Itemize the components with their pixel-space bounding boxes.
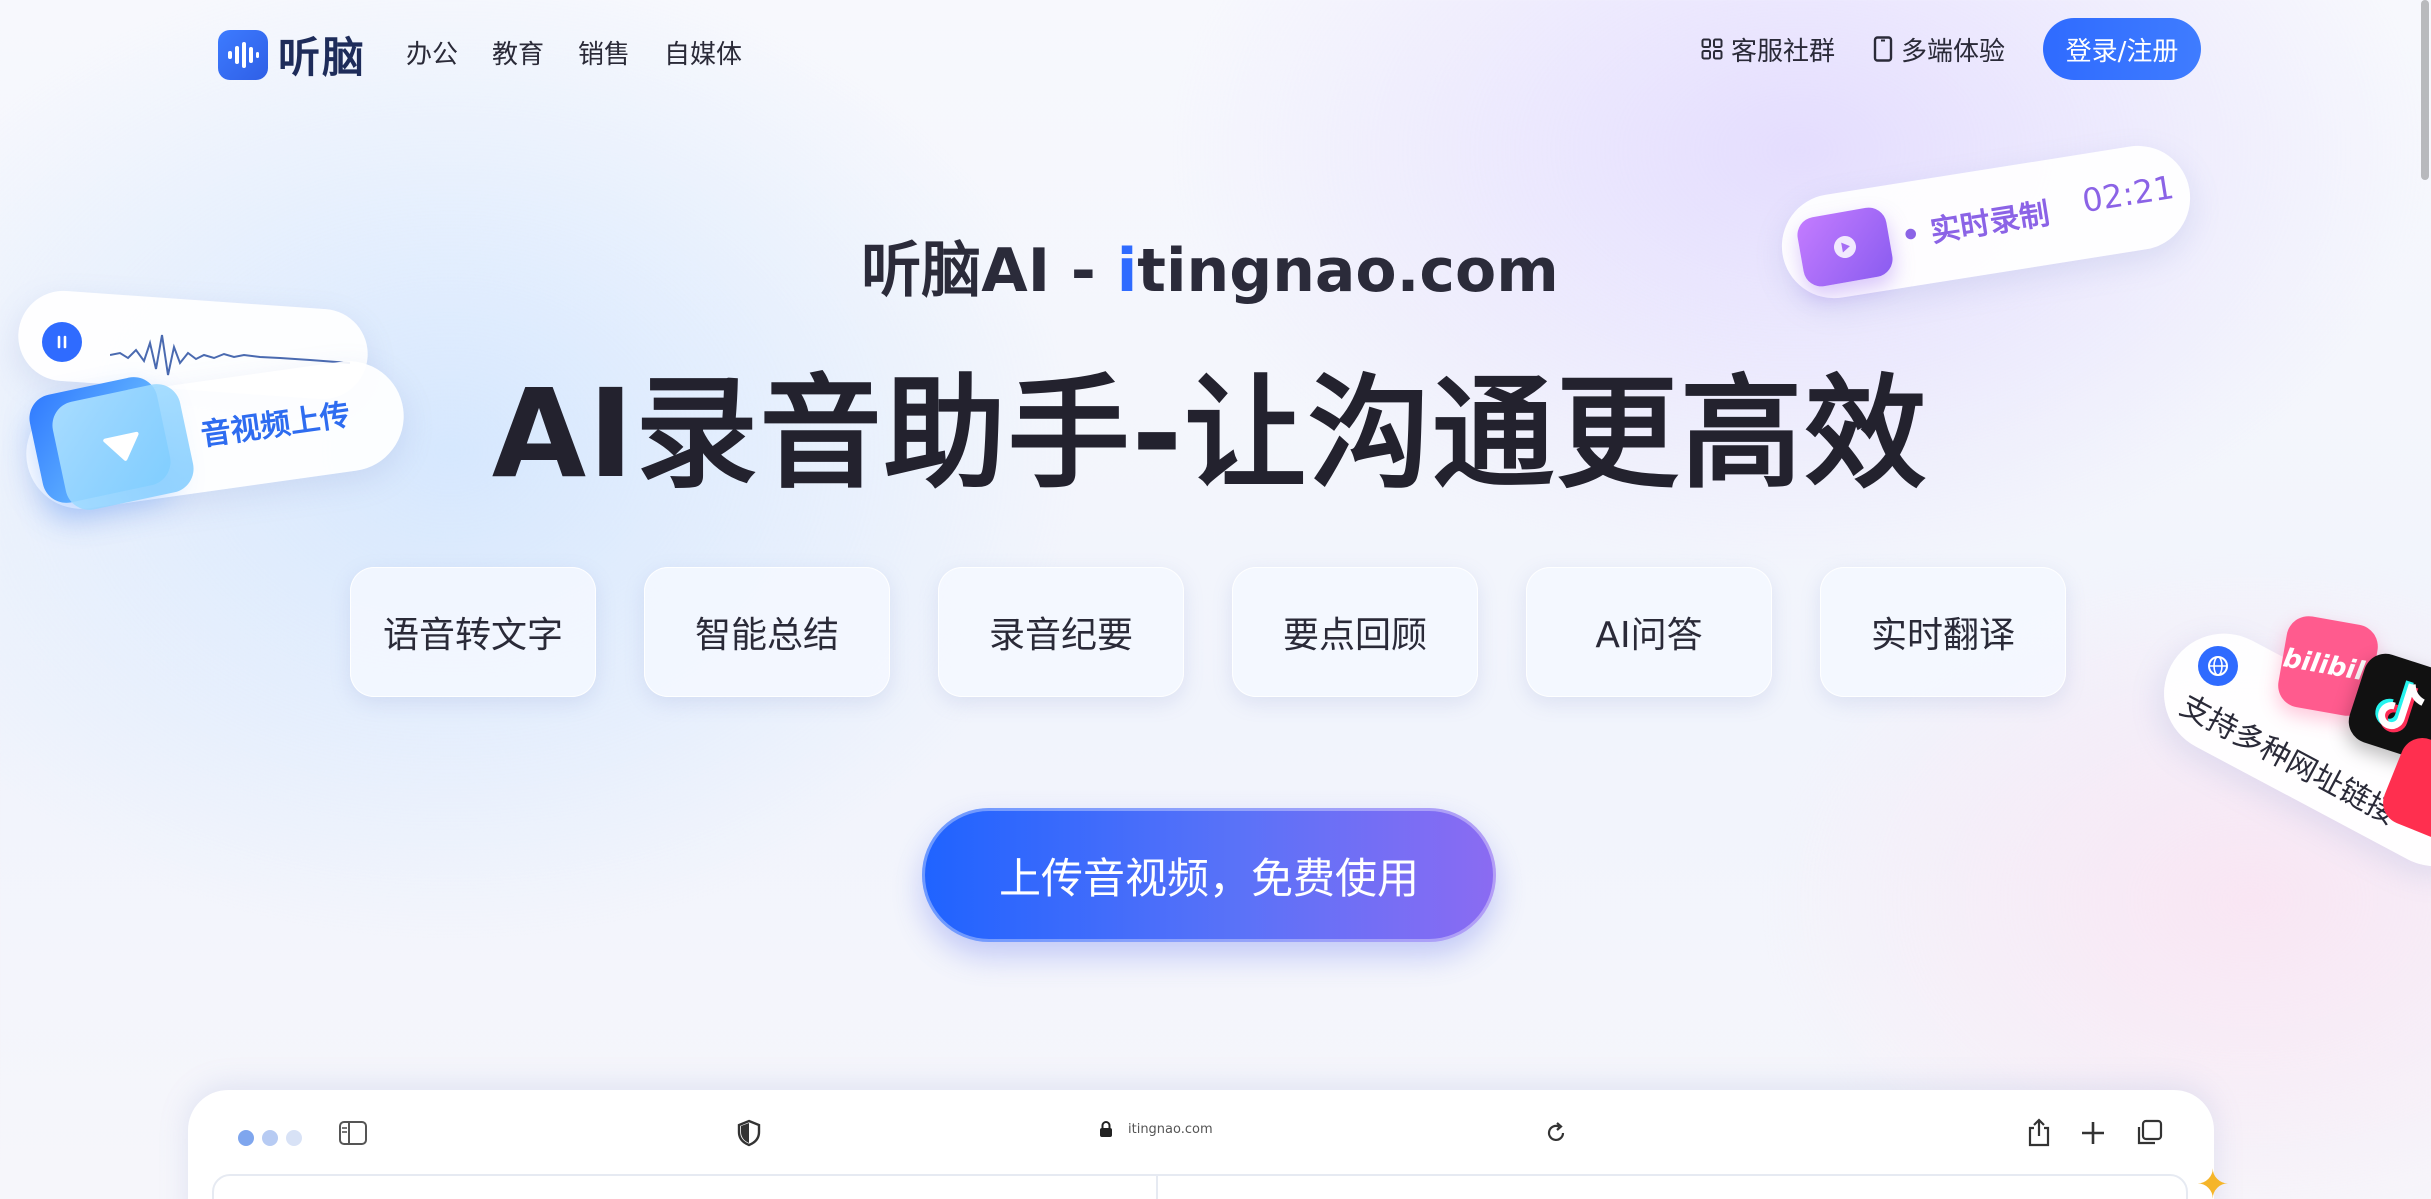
window-dot bbox=[262, 1130, 278, 1146]
logo-mark-icon bbox=[218, 29, 268, 80]
feature-list: 语音转文字 智能总结 录音纪要 要点回顾 AI问答 实时翻译 bbox=[350, 567, 2066, 697]
community-link[interactable]: 客服社群 bbox=[1701, 31, 1835, 68]
subtitle-suffix: tingnao.com bbox=[1137, 236, 1559, 306]
feature-speech-to-text[interactable]: 语音转文字 bbox=[350, 567, 596, 697]
lock-icon bbox=[1100, 1121, 1112, 1137]
page-scrollbar[interactable] bbox=[2421, 0, 2429, 180]
plus-icon[interactable] bbox=[2076, 1116, 2110, 1150]
grid-icon bbox=[1701, 38, 1723, 60]
community-label: 客服社群 bbox=[1730, 36, 1835, 67]
url-text: itingnao.com bbox=[1128, 1121, 1213, 1137]
nav-item-self-media[interactable]: 自媒体 bbox=[664, 34, 742, 71]
subtitle-highlight: i bbox=[1116, 236, 1138, 306]
browser-content-frame bbox=[212, 1174, 2188, 1199]
subtitle-prefix: 听脑AI - bbox=[861, 236, 1117, 306]
browser-mockup: itingnao.com bbox=[188, 1090, 2214, 1199]
multi-device-label: 多端体验 bbox=[1900, 36, 2005, 67]
window-dot bbox=[286, 1130, 302, 1146]
pause-icon bbox=[42, 322, 82, 362]
multi-device-link[interactable]: 多端体验 bbox=[1873, 31, 2005, 68]
nav-item-sales[interactable]: 销售 bbox=[578, 34, 630, 71]
logo[interactable]: 听脑 bbox=[218, 24, 366, 85]
main-nav: 办公 教育 销售 自媒体 bbox=[406, 34, 742, 71]
browser-pane-divider bbox=[1156, 1174, 1158, 1199]
header-actions: 客服社群 多端体验 登录/注册 bbox=[1701, 18, 2201, 80]
shield-icon[interactable] bbox=[732, 1116, 766, 1150]
tabs-icon[interactable] bbox=[2132, 1116, 2166, 1150]
window-dot bbox=[238, 1130, 254, 1146]
upload-free-cta-button[interactable]: 上传音视频，免费使用 bbox=[922, 808, 1496, 942]
sidebar-icon[interactable] bbox=[336, 1116, 370, 1150]
feature-key-points-review[interactable]: 要点回顾 bbox=[1232, 567, 1478, 697]
feature-recording-minutes[interactable]: 录音纪要 bbox=[938, 567, 1184, 697]
top-header: 听脑 办公 教育 销售 自媒体 客服社群 多端体验 登录/注册 bbox=[0, 0, 2431, 100]
address-bar[interactable]: itingnao.com bbox=[1098, 1120, 1213, 1138]
feature-ai-qa[interactable]: AI问答 bbox=[1526, 567, 1772, 697]
logo-text: 听脑 bbox=[278, 33, 367, 82]
nav-item-office[interactable]: 办公 bbox=[406, 34, 458, 71]
login-register-button[interactable]: 登录/注册 bbox=[2043, 18, 2201, 80]
phone-icon bbox=[1873, 36, 1893, 62]
sparkle-icon: ✦ bbox=[2196, 1162, 2230, 1199]
share-icon[interactable] bbox=[2022, 1116, 2056, 1150]
window-dots bbox=[238, 1130, 302, 1146]
nav-item-education[interactable]: 教育 bbox=[492, 34, 544, 71]
feature-smart-summary[interactable]: 智能总结 bbox=[644, 567, 890, 697]
feature-realtime-translation[interactable]: 实时翻译 bbox=[1820, 567, 2066, 697]
globe-icon bbox=[2198, 646, 2238, 686]
reload-icon[interactable] bbox=[1539, 1116, 1573, 1150]
